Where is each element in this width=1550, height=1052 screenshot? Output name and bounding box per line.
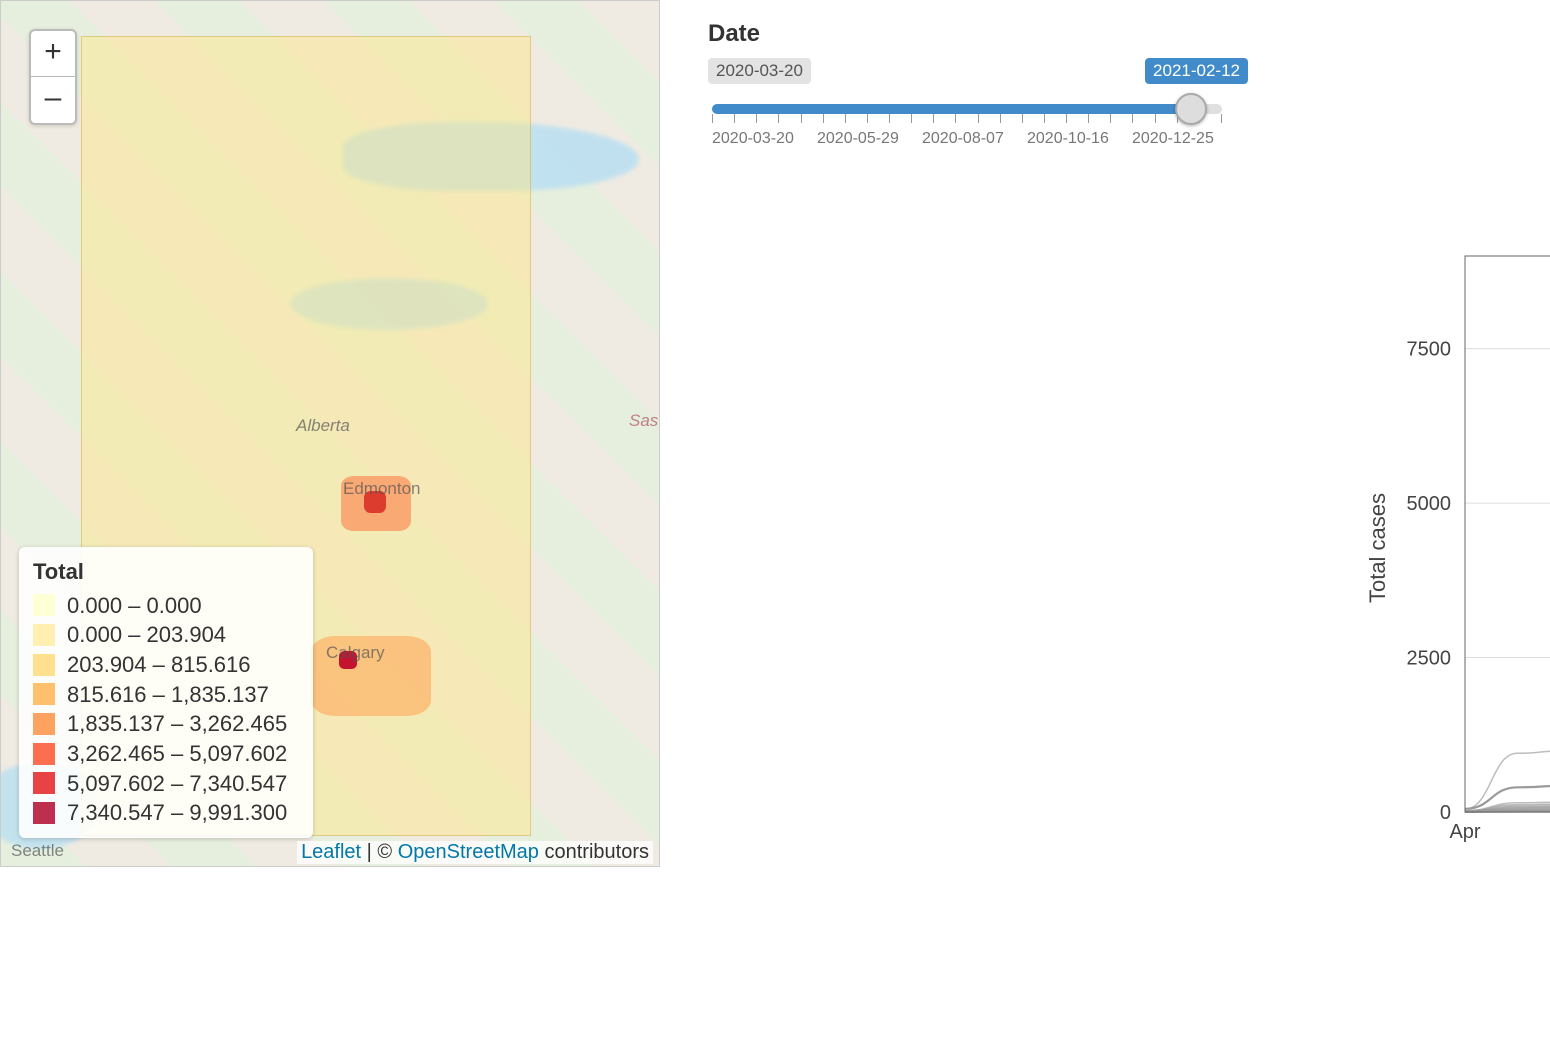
legend-swatch xyxy=(33,713,55,735)
slider-ticks xyxy=(712,114,1222,123)
series-line xyxy=(1465,546,1550,810)
legend-bin: 7,340.547 – 9,991.300 xyxy=(67,798,287,828)
date-slider-block: Date 2020-03-20 2021-02-12 2020-03-20 20… xyxy=(708,20,1248,148)
timeseries-chart: 0250050007500 AprJulOctJan Total cases D… xyxy=(1355,248,1550,870)
legend-swatch xyxy=(33,654,55,676)
legend-swatch xyxy=(33,743,55,765)
slider-tick-label: 2020-10-16 xyxy=(1027,130,1117,148)
legend-bin: 1,835.137 – 3,262.465 xyxy=(67,709,287,739)
legend-bin: 815.616 – 1,835.137 xyxy=(67,680,269,710)
map-label-sask: Sas xyxy=(629,411,658,431)
legend-bin: 0.000 – 203.904 xyxy=(67,620,226,650)
legend-swatch xyxy=(33,683,55,705)
map-label-seattle: Seattle xyxy=(11,841,64,861)
date-slider[interactable] xyxy=(712,96,1222,126)
slider-tick-label: 2020-03-20 xyxy=(712,130,802,148)
map-legend: Total 0.000 – 0.000 0.000 – 203.904 203.… xyxy=(19,547,313,839)
zoom-control: + – xyxy=(29,29,77,125)
legend-swatch xyxy=(33,624,55,646)
map-panel[interactable]: Alberta Edmonton Calgary Seattle Sas + –… xyxy=(0,0,660,867)
y-axis-label: Total cases xyxy=(1365,493,1390,603)
slider-track-fill xyxy=(712,104,1191,114)
series-line xyxy=(1465,602,1550,811)
map-label-edmonton: Edmonton xyxy=(343,479,421,499)
leaflet-link[interactable]: Leaflet xyxy=(301,841,361,863)
legend-swatch xyxy=(33,594,55,616)
slider-tick-label: 2020-05-29 xyxy=(817,130,907,148)
legend-swatch xyxy=(33,772,55,794)
y-tick-label: 7500 xyxy=(1407,339,1452,361)
legend-bin: 203.904 – 815.616 xyxy=(67,650,251,680)
legend-swatch xyxy=(33,802,55,824)
slider-tick-labels: 2020-03-20 2020-05-29 2020-08-07 2020-10… xyxy=(712,130,1222,148)
slider-tick-label: 2020-08-07 xyxy=(922,130,1012,148)
series-line xyxy=(1465,620,1550,811)
series-line xyxy=(1465,565,1550,811)
series-line xyxy=(1465,738,1550,812)
zoom-in-button[interactable]: + xyxy=(31,31,75,77)
osm-link[interactable]: OpenStreetMap xyxy=(398,841,539,863)
series-line xyxy=(1465,670,1550,812)
legend-bin: 5,097.602 – 7,340.547 xyxy=(67,769,287,799)
attrib-tail: contributors xyxy=(539,841,649,863)
slider-start-badge: 2020-03-20 xyxy=(708,58,811,84)
legend-bin: 3,262.465 – 5,097.602 xyxy=(67,739,287,769)
map-label-calgary: Calgary xyxy=(326,643,385,663)
x-tick-label: Apr xyxy=(1449,821,1480,843)
map-label-alberta: Alberta xyxy=(296,416,350,436)
series-line xyxy=(1465,268,1550,809)
series-line xyxy=(1465,534,1550,811)
legend-bin: 0.000 – 0.000 xyxy=(67,591,202,621)
slider-tick-label: 2020-12-25 xyxy=(1132,130,1222,148)
zoom-out-button[interactable]: – xyxy=(31,77,75,123)
y-tick-label: 5000 xyxy=(1407,493,1452,515)
attrib-sep: | © xyxy=(361,841,398,863)
series-line xyxy=(1465,716,1550,812)
slider-title: Date xyxy=(708,20,1248,48)
legend-title: Total xyxy=(33,559,287,585)
map-attribution: Leaflet | © OpenStreetMap contributors xyxy=(297,841,653,864)
y-tick-label: 2500 xyxy=(1407,648,1452,670)
slider-current-badge: 2021-02-12 xyxy=(1145,58,1248,84)
